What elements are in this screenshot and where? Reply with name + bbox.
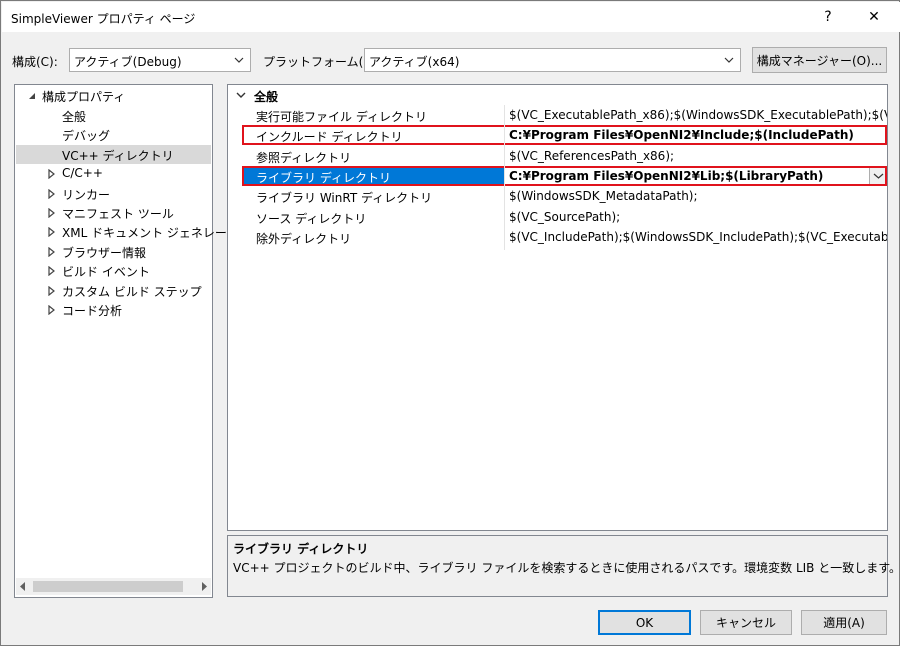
- collapsed-triangle-icon[interactable]: [46, 285, 56, 296]
- property-value: $(VC_SourcePath);: [509, 209, 621, 224]
- apply-button[interactable]: 適用(A): [801, 610, 887, 635]
- tree-item-label: デバッグ: [62, 129, 111, 144]
- column-divider: [504, 105, 505, 250]
- description-title: ライブラリ ディレクトリ: [233, 542, 369, 556]
- close-icon: ✕: [868, 9, 880, 25]
- collapsed-triangle-icon[interactable]: [46, 208, 56, 218]
- tree-item-label: C/C++: [62, 166, 103, 181]
- tree-item-label: 全般: [62, 110, 87, 124]
- property-name: 参照ディレクトリ: [256, 150, 352, 165]
- tree-item-label: XML ドキュメント ジェネレーター: [62, 226, 251, 241]
- category-tree: 構成プロパティ 全般デバッグ VC++ ディレクトリ C/C++ リンカーマニフェスト…: [14, 84, 251, 598]
- config-dropdown[interactable]: アクティブ(Debug): [69, 48, 251, 72]
- property-row[interactable]: 実行可能ファイル ディレクトリ $(VC_ExecutablePath_x86);…: [228, 105, 887, 125]
- platform-value: アクティブ(x64): [369, 55, 460, 69]
- config-value: アクティブ(Debug): [74, 55, 182, 69]
- collapsed-triangle-icon[interactable]: [46, 227, 56, 238]
- property-name: ライブラリ WinRT ディレクトリ: [256, 191, 433, 206]
- chevron-down-icon: [724, 57, 734, 63]
- highlight-annotation-box: [242, 125, 887, 146]
- collapsed-triangle-icon[interactable]: [46, 305, 56, 315]
- collapsed-triangle-icon[interactable]: [46, 266, 56, 277]
- tree-item-label: リンカー: [62, 187, 111, 202]
- property-row[interactable]: インクルード ディレクトリ C:¥Program Files¥OpenNI2¥In…: [228, 125, 887, 146]
- config-manager-button[interactable]: 構成マネージャー(O)...: [752, 47, 887, 73]
- tree-item[interactable]: XML ドキュメント ジェネレーター: [16, 222, 251, 241]
- platform-dropdown[interactable]: アクティブ(x64): [364, 48, 741, 72]
- help-icon: ?: [824, 9, 832, 25]
- property-value: $(VC_IncludePath);$(WindowsSDK_IncludePa…: [509, 229, 888, 244]
- tree-item-label: ビルド イベント: [62, 265, 150, 280]
- title-bar: SimpleViewer プロパティ ページ ? ✕: [2, 2, 900, 32]
- collapsed-triangle-icon[interactable]: [46, 188, 56, 199]
- property-row[interactable]: 除外ディレクトリ $(VC_IncludePath);$(WindowsSDK_I…: [228, 227, 888, 247]
- window-title: SimpleViewer プロパティ ページ: [11, 12, 196, 26]
- tree-item[interactable]: リンカー: [16, 184, 211, 203]
- property-name: 除外ディレクトリ: [256, 231, 352, 246]
- section-header[interactable]: 全般: [228, 85, 887, 105]
- property-value: $(VC_ExecutablePath_x86);$(WindowsSDK_Ex…: [509, 108, 887, 122]
- scroll-left-icon: [20, 582, 25, 591]
- tree-horizontal-scrollbar[interactable]: [16, 578, 211, 595]
- property-name: ソース ディレクトリ: [256, 211, 367, 226]
- property-grid: 全般 実行可能ファイル ディレクトリ $(VC_ExecutablePath_x8…: [227, 84, 888, 531]
- tree-item-label: コード分析: [62, 304, 123, 318]
- property-row[interactable]: 参照ディレクトリ $(VC_ReferencesPath_x86);: [228, 146, 887, 166]
- tree-item[interactable]: カスタム ビルド ステップ: [16, 281, 211, 300]
- tree-item[interactable]: C/C++: [16, 164, 211, 183]
- chevron-down-icon: [234, 57, 244, 63]
- tree-item[interactable]: ブラウザー情報: [16, 242, 211, 261]
- tree-root-item[interactable]: 構成プロパティ: [16, 86, 211, 105]
- expanded-triangle-icon: [29, 93, 35, 99]
- tree-item[interactable]: 全般: [16, 106, 211, 125]
- property-name: 実行可能ファイル ディレクトリ: [256, 110, 427, 124]
- help-button[interactable]: ?: [805, 2, 851, 32]
- tree-item[interactable]: デバッグ: [16, 125, 211, 144]
- section-label: 全般: [254, 90, 279, 104]
- description-panel: ライブラリ ディレクトリ VC++ プロジェクトのビルド中、ライブラリ ファイル…: [227, 535, 900, 597]
- tree-item[interactable]: VC++ ディレクトリ: [16, 144, 211, 164]
- tree-item[interactable]: ビルド イベント: [16, 261, 211, 280]
- property-row[interactable]: ライブラリ ディレクトリ C:¥Program Files¥OpenNI2¥Lib…: [228, 165, 887, 186]
- tree-item-label: マニフェスト ツール: [62, 207, 174, 221]
- scroll-right-icon: [202, 582, 207, 591]
- tree-item[interactable]: コード分析: [16, 300, 211, 319]
- config-label: 構成(C):: [12, 55, 58, 69]
- ok-button[interactable]: OK: [598, 610, 691, 635]
- tree-root-label: 構成プロパティ: [42, 90, 126, 104]
- property-pages-window: SimpleViewer プロパティ ページ ? ✕ 構成(C): アクティブ(…: [0, 0, 900, 646]
- chevron-down-icon: [236, 92, 246, 98]
- highlight-annotation-box: [242, 165, 887, 186]
- description-text: VC++ プロジェクトのビルド中、ライブラリ ファイルを検索するときに使用される…: [233, 561, 900, 575]
- property-value: $(VC_ReferencesPath_x86);: [509, 148, 675, 163]
- tree-item[interactable]: マニフェスト ツール: [16, 203, 211, 222]
- property-row[interactable]: ソース ディレクトリ $(VC_SourcePath);: [228, 207, 887, 227]
- scrollbar-thumb[interactable]: [33, 581, 183, 592]
- property-row[interactable]: ライブラリ WinRT ディレクトリ $(WindowsSDK_MetadataP…: [228, 186, 887, 206]
- collapsed-triangle-icon[interactable]: [46, 246, 56, 257]
- tree-item-label: カスタム ビルド ステップ: [62, 284, 202, 299]
- platform-label: プラットフォーム(P):: [263, 55, 380, 69]
- collapsed-triangle-icon[interactable]: [46, 169, 56, 180]
- tree-item-label: VC++ ディレクトリ: [62, 148, 174, 163]
- tree-item-label: ブラウザー情報: [62, 245, 147, 260]
- cancel-button[interactable]: キャンセル: [700, 610, 792, 635]
- close-button[interactable]: ✕: [851, 2, 897, 32]
- property-value: $(WindowsSDK_MetadataPath);: [509, 189, 698, 204]
